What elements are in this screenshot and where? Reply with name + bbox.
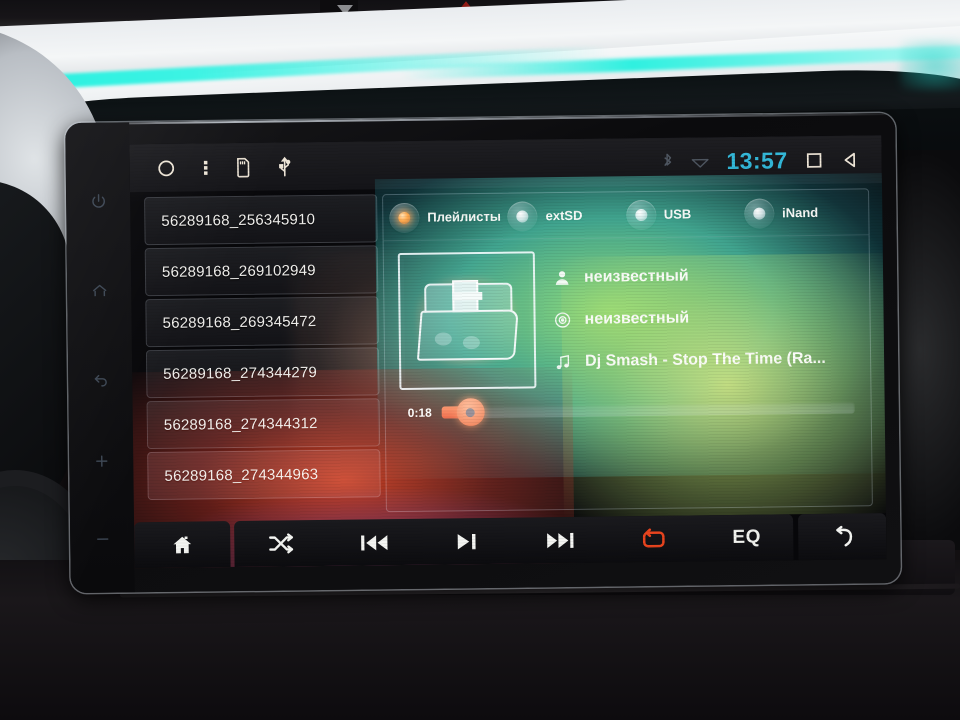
head-unit-glare xyxy=(65,112,901,594)
left-dash-shadow xyxy=(0,180,70,510)
teal-glow-right xyxy=(900,40,960,90)
head-unit: 13:57 56289168_256345910 xyxy=(65,112,901,594)
